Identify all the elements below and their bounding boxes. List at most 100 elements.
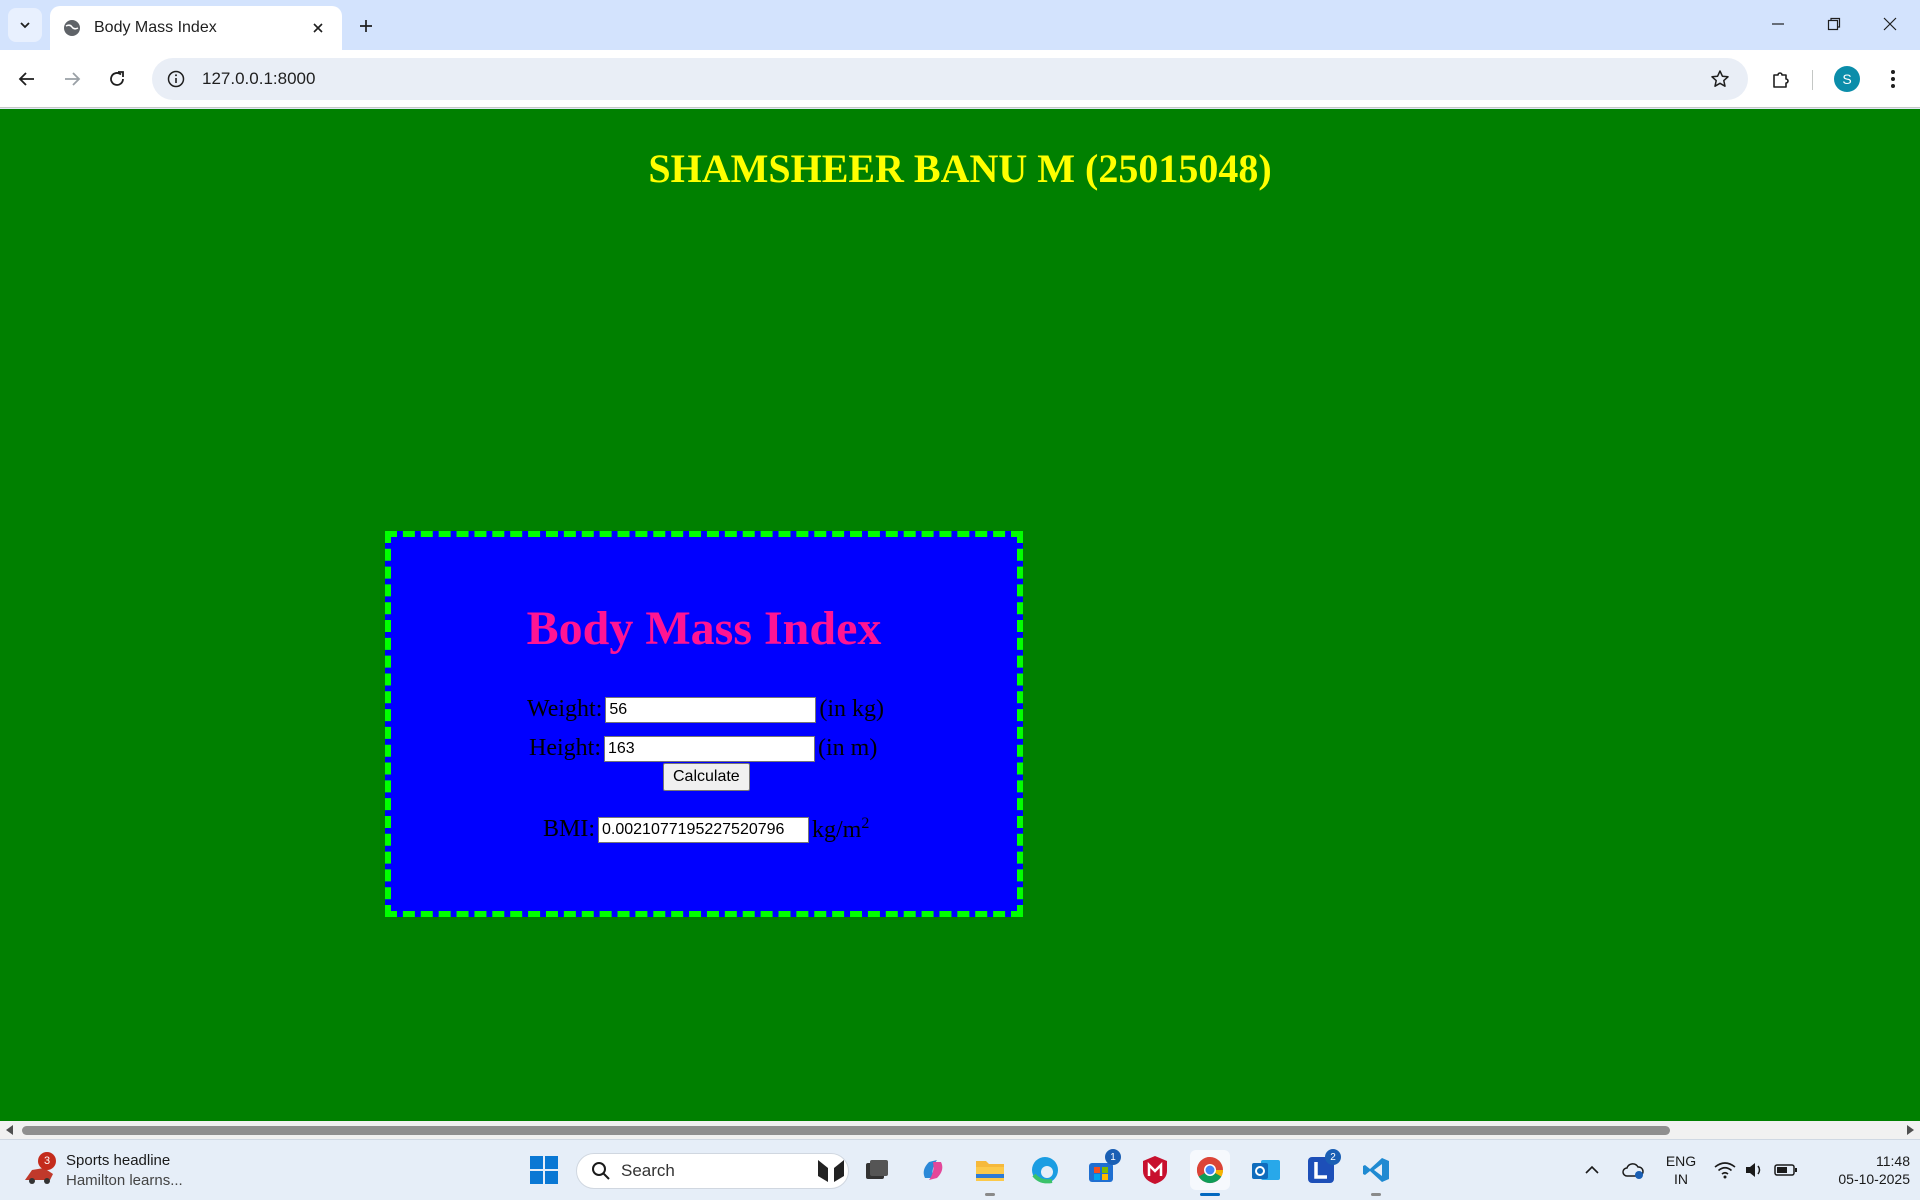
scroll-left-button[interactable]: [3, 1124, 17, 1136]
restore-button[interactable]: [1806, 0, 1862, 48]
news-badge: 3: [38, 1152, 56, 1170]
bmi-label: BMI:: [543, 816, 596, 842]
page-heading: SHAMSHEER BANU M (25015048): [648, 146, 1272, 191]
reload-button[interactable]: [101, 63, 133, 95]
news-subtitle: Hamilton learns...: [66, 1172, 183, 1189]
taskbar-vscode[interactable]: [1356, 1150, 1396, 1196]
language-bottom: IN: [1674, 1171, 1688, 1187]
weight-input[interactable]: [605, 696, 817, 723]
edge-icon: [1032, 1157, 1058, 1184]
height-input[interactable]: [604, 735, 815, 762]
forward-button[interactable]: [56, 63, 88, 95]
onedrive-tray-button[interactable]: [1613, 1150, 1653, 1190]
search-placeholder: Search: [621, 1161, 675, 1180]
tab-search-button[interactable]: [8, 8, 42, 42]
running-indicator: [985, 1193, 995, 1196]
search-highlight-icon: [818, 1160, 844, 1182]
puzzle-icon: [1773, 72, 1789, 88]
cloud-icon: [1622, 1163, 1644, 1179]
bmi-unit-base: kg/m: [812, 817, 862, 843]
globe-icon: [64, 20, 80, 36]
clock-date: 05-10-2025: [1838, 1171, 1910, 1187]
l-app-badge: 2: [1325, 1149, 1341, 1165]
reload-icon: [110, 71, 124, 86]
bmi-title: Body Mass Index: [526, 602, 882, 655]
tab-body-mass-index[interactable]: Body Mass Index: [50, 6, 342, 50]
close-icon: [1883, 17, 1897, 31]
triangle-right-icon: [1907, 1125, 1914, 1135]
extensions-button[interactable]: [1764, 62, 1798, 96]
height-row: Height: (in m): [529, 735, 877, 762]
chevron-down-icon: [20, 22, 30, 29]
taskbar-edge[interactable]: [1025, 1150, 1065, 1190]
browser-toolbar: 127.0.0.1:8000 S: [0, 50, 1920, 108]
scrollbar-thumb[interactable]: [22, 1126, 1670, 1135]
shield-icon: [1143, 1156, 1167, 1184]
taskbar-store[interactable]: 1: [1081, 1149, 1121, 1190]
info-icon: [167, 70, 185, 88]
back-button[interactable]: [11, 63, 43, 95]
store-badge: 1: [1105, 1149, 1121, 1165]
tab-title: Body Mass Index: [94, 19, 217, 36]
restore-icon: [1827, 17, 1841, 31]
taskbar-outlook[interactable]: [1246, 1150, 1286, 1190]
chrome-icon: [1196, 1156, 1224, 1184]
start-button[interactable]: [524, 1150, 564, 1190]
windows-taskbar: 3 Sports headline Hamilton learns... Sea…: [0, 1139, 1920, 1200]
news-title: Sports headline: [66, 1152, 171, 1169]
wifi-icon: [1714, 1162, 1736, 1179]
minimize-icon: [1772, 23, 1784, 25]
bmi-row: BMI: kg/m2: [543, 815, 869, 844]
avatar: S: [1834, 66, 1860, 92]
bmi-unit-exponent: 2: [861, 815, 870, 832]
new-tab-button[interactable]: [352, 12, 380, 40]
more-vertical-icon: [1891, 70, 1895, 88]
running-indicator: [1200, 1193, 1220, 1196]
star-icon: [1711, 70, 1729, 87]
taskbar-task-view[interactable]: [857, 1150, 897, 1190]
height-label: Height:: [529, 735, 601, 761]
taskbar-chrome[interactable]: [1190, 1150, 1230, 1196]
horizontal-scrollbar[interactable]: [0, 1121, 1920, 1139]
url-text[interactable]: 127.0.0.1:8000: [202, 69, 1702, 89]
show-hidden-icons-button[interactable]: [1572, 1150, 1612, 1190]
language-indicator[interactable]: ENG IN: [1656, 1152, 1706, 1188]
bmi-form-box: Body Mass Index Weight: (in kg) Height: …: [385, 531, 1023, 917]
weight-label: Weight:: [527, 696, 603, 722]
browser-menu-button[interactable]: [1876, 62, 1910, 96]
arrow-left-icon: [18, 72, 34, 86]
height-unit: (in m): [818, 735, 878, 761]
weight-row: Weight: (in kg): [527, 696, 884, 723]
address-bar[interactable]: 127.0.0.1:8000: [152, 58, 1748, 100]
calculate-button[interactable]: Calculate: [663, 763, 750, 791]
bmi-output[interactable]: [598, 816, 810, 843]
plus-icon: [360, 20, 372, 32]
tab-close-button[interactable]: [306, 16, 330, 40]
search-icon: [592, 1162, 610, 1180]
vscode-icon: [1363, 1158, 1389, 1182]
taskbar-file-explorer[interactable]: [970, 1150, 1010, 1196]
arrow-right-icon: [65, 72, 81, 86]
chevron-up-icon: [1585, 1165, 1599, 1174]
page-viewport: SHAMSHEER BANU M (25015048) Body Mass In…: [0, 109, 1920, 1121]
taskbar-l-app[interactable]: 2: [1301, 1149, 1341, 1190]
news-icon: 3: [22, 1152, 56, 1188]
task-view-icon: [866, 1160, 888, 1179]
site-info-button[interactable]: [158, 61, 194, 97]
browser-tab-strip: Body Mass Index: [0, 0, 1920, 50]
taskbar-mcafee[interactable]: [1135, 1150, 1175, 1190]
news-widget[interactable]: 3 Sports headline Hamilton learns...: [22, 1148, 183, 1194]
minimize-button[interactable]: [1750, 0, 1806, 48]
battery-icon: [1774, 1164, 1797, 1176]
scroll-right-button[interactable]: [1903, 1124, 1917, 1136]
close-window-button[interactable]: [1862, 0, 1918, 48]
clock-time: 11:48: [1876, 1153, 1910, 1169]
taskbar-copilot[interactable]: [913, 1150, 953, 1190]
taskbar-search[interactable]: Search: [576, 1153, 849, 1189]
profile-button[interactable]: S: [1830, 62, 1864, 96]
clock[interactable]: 11:48 05-10-2025: [1810, 1152, 1910, 1188]
quick-settings-button[interactable]: [1708, 1150, 1804, 1190]
volume-icon: [1746, 1163, 1761, 1177]
outlook-icon: [1252, 1160, 1280, 1180]
bookmark-button[interactable]: [1702, 61, 1738, 97]
